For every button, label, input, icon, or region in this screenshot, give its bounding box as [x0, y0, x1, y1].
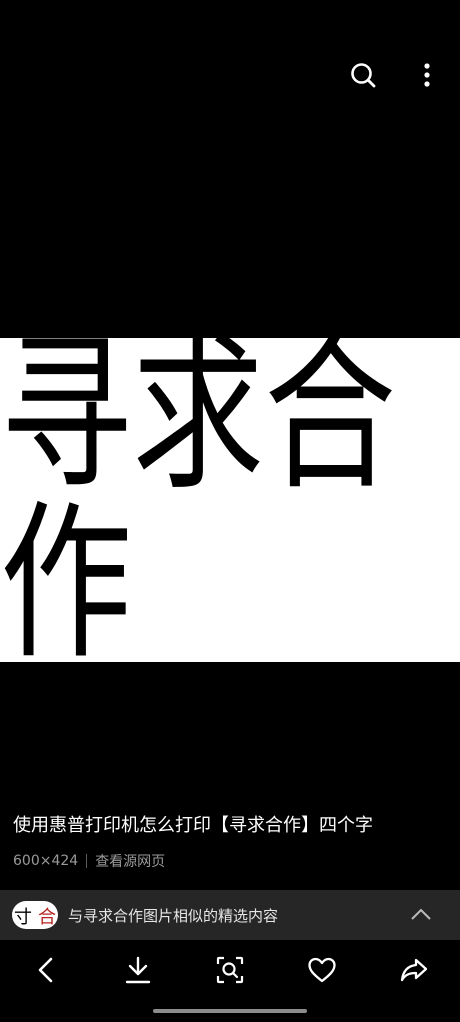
thumb-char-2: 合: [38, 907, 56, 928]
image-viewer-screen: 寻求合作 使用惠普打印机怎么打印【寻求合作】四个字 600×424 查看源网页 …: [0, 0, 460, 1022]
image-info: 使用惠普打印机怎么打印【寻求合作】四个字 600×424 查看源网页: [13, 811, 446, 871]
top-actions: [346, 58, 444, 92]
bottom-toolbar: [0, 946, 460, 994]
image-dimensions: 600×424: [13, 853, 79, 869]
download-icon[interactable]: [121, 953, 155, 987]
lens-search-icon[interactable]: [213, 953, 247, 987]
home-indicator[interactable]: [153, 1009, 307, 1013]
image-caption-text: 寻求合作: [0, 316, 396, 684]
image-meta: 600×424 查看源网页: [13, 851, 446, 871]
share-icon[interactable]: [397, 953, 431, 987]
main-image[interactable]: 寻求合作: [0, 331, 460, 669]
similar-thumbnail: 寸 合: [12, 901, 58, 929]
back-icon[interactable]: [29, 953, 63, 987]
view-source-link[interactable]: 查看源网页: [95, 851, 165, 871]
more-vertical-icon[interactable]: [410, 58, 444, 92]
thumb-char-1: 寸: [14, 907, 32, 928]
heart-icon[interactable]: [305, 953, 339, 987]
similar-label: 与寻求合作图片相似的精选内容: [68, 906, 279, 925]
chevron-up-icon[interactable]: [410, 906, 432, 925]
meta-divider: [86, 854, 88, 868]
search-icon[interactable]: [346, 58, 380, 92]
image-title[interactable]: 使用惠普打印机怎么打印【寻求合作】四个字: [13, 811, 446, 841]
similar-content-bar[interactable]: 寸 合 与寻求合作图片相似的精选内容: [0, 890, 460, 940]
